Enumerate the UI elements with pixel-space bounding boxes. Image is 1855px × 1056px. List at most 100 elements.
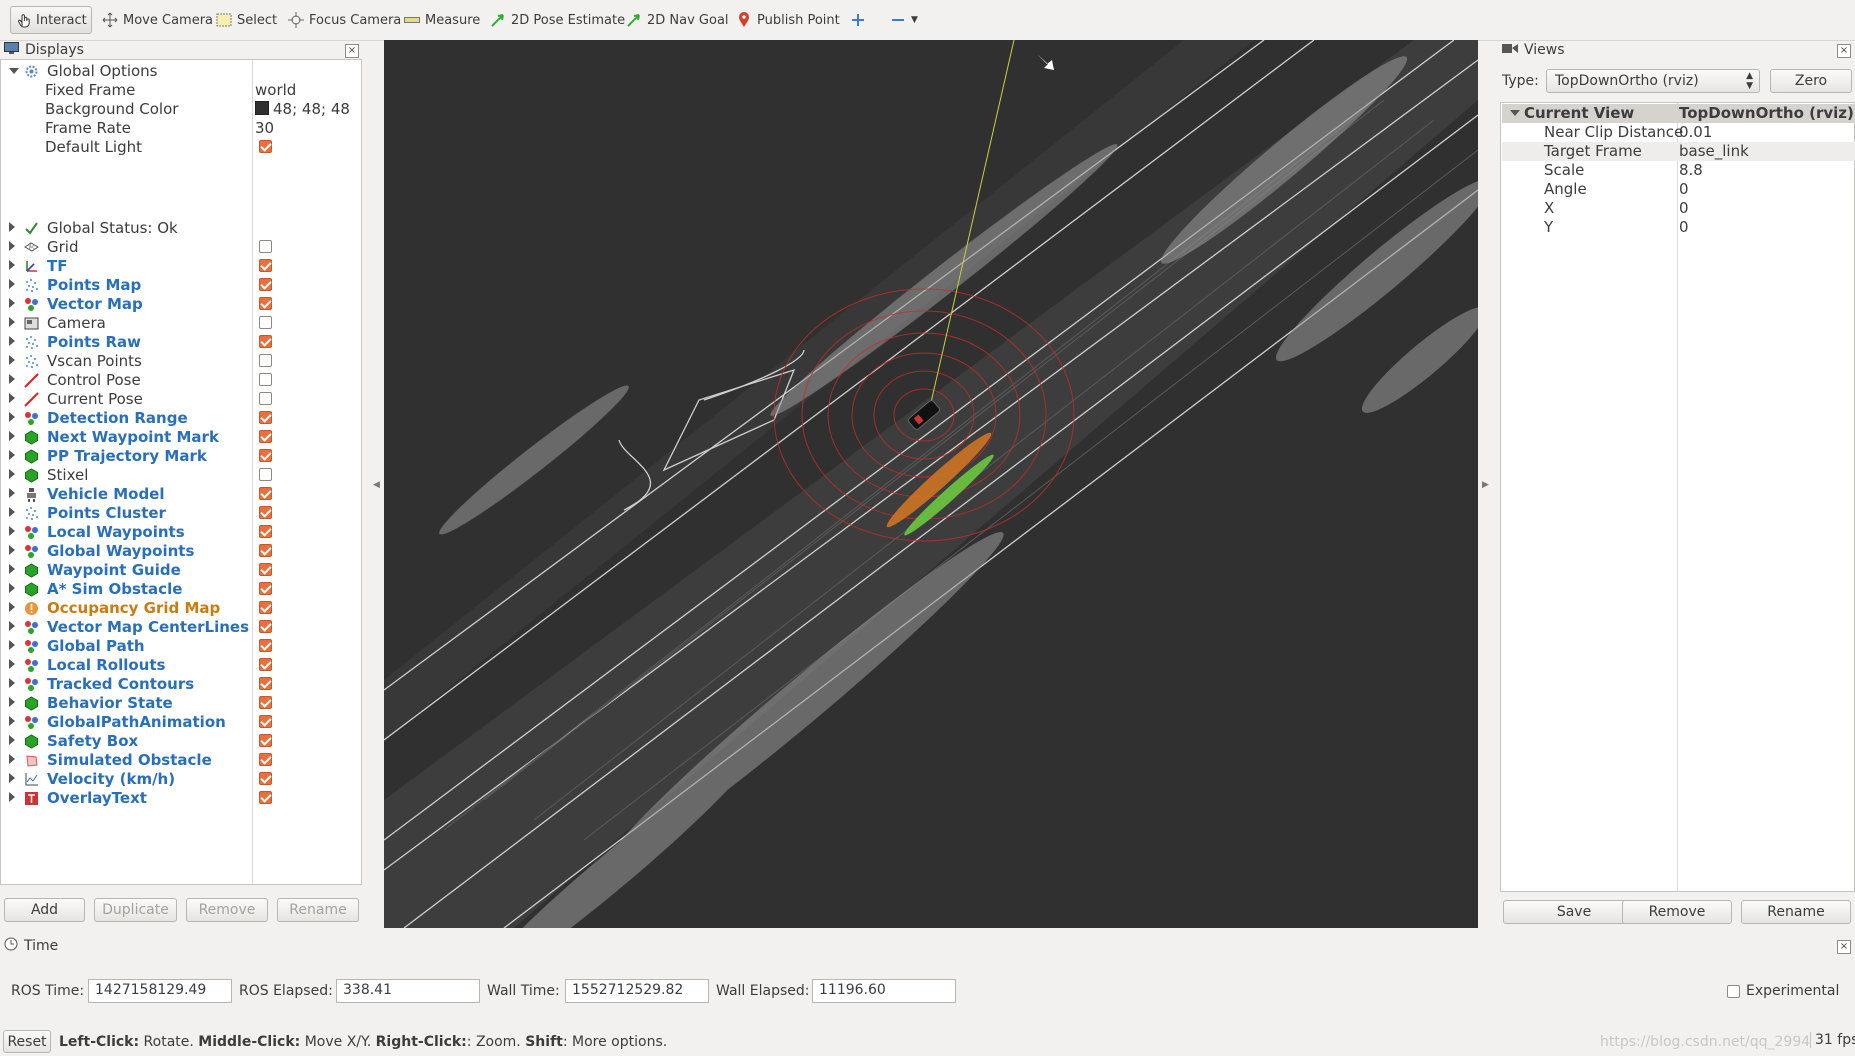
expand-arrow-icon[interactable] bbox=[9, 241, 15, 251]
display-item-vscan-points[interactable]: Vscan Points bbox=[1, 352, 361, 371]
point-cloud-scene[interactable] bbox=[384, 40, 1478, 928]
expand-arrow-icon[interactable] bbox=[9, 526, 15, 536]
display-item-overlaytext[interactable]: OverlayText bbox=[1, 789, 361, 808]
expand-arrow-icon[interactable] bbox=[9, 773, 15, 783]
view-property-value[interactable]: 0 bbox=[1679, 180, 1689, 198]
expand-arrow-icon[interactable] bbox=[9, 68, 19, 74]
rename-display-button[interactable]: Rename bbox=[277, 898, 359, 922]
display-item-behavior-state[interactable]: Behavior State bbox=[1, 694, 361, 713]
expand-arrow-icon[interactable] bbox=[9, 260, 15, 270]
view-property-value[interactable]: base_link bbox=[1679, 142, 1749, 160]
expand-arrow-icon[interactable] bbox=[9, 507, 15, 517]
display-item-local-rollouts[interactable]: Local Rollouts bbox=[1, 656, 361, 675]
view-property-value[interactable]: 8.8 bbox=[1679, 161, 1703, 179]
expand-arrow-icon[interactable] bbox=[9, 754, 15, 764]
add-display-button[interactable]: Add bbox=[4, 898, 85, 922]
display-item-next-waypoint-mark[interactable]: Next Waypoint Mark bbox=[1, 428, 361, 447]
focus-camera-tool[interactable]: Focus Camera bbox=[282, 6, 407, 34]
global-option-row[interactable]: Fixed Frame world bbox=[1, 81, 361, 100]
display-enable-checkbox[interactable] bbox=[259, 411, 272, 424]
display-item-grid[interactable]: Grid bbox=[1, 238, 361, 257]
interact-tool[interactable]: Interact bbox=[10, 6, 92, 34]
expand-arrow-icon[interactable] bbox=[9, 583, 15, 593]
display-item-safety-box[interactable]: Safety Box bbox=[1, 732, 361, 751]
display-enable-checkbox[interactable] bbox=[259, 582, 272, 595]
add-tool-button[interactable] bbox=[844, 6, 872, 34]
expand-arrow-icon[interactable] bbox=[9, 317, 15, 327]
expand-arrow-icon[interactable] bbox=[9, 222, 15, 232]
display-enable-checkbox[interactable] bbox=[259, 753, 272, 766]
display-enable-checkbox[interactable] bbox=[259, 392, 272, 405]
expand-arrow-icon[interactable] bbox=[9, 640, 15, 650]
display-item-simulated-obstacle[interactable]: Simulated Obstacle bbox=[1, 751, 361, 770]
option-value[interactable]: 48; 48; 48 bbox=[255, 100, 350, 118]
view-property-value[interactable]: 0 bbox=[1679, 218, 1689, 236]
display-item-points-map[interactable]: Points Map bbox=[1, 276, 361, 295]
global-option-row[interactable]: Default Light bbox=[1, 138, 361, 157]
expand-arrow-icon[interactable] bbox=[9, 469, 15, 479]
display-item-a-sim-obstacle[interactable]: A* Sim Obstacle bbox=[1, 580, 361, 599]
wall-time-field[interactable]: 1552712529.82 bbox=[565, 979, 709, 1003]
display-enable-checkbox[interactable] bbox=[259, 297, 272, 310]
collapse-right-icon[interactable]: ▶ bbox=[1482, 480, 1489, 490]
display-item-local-waypoints[interactable]: Local Waypoints bbox=[1, 523, 361, 542]
display-enable-checkbox[interactable] bbox=[259, 354, 272, 367]
display-enable-checkbox[interactable] bbox=[259, 468, 272, 481]
display-enable-checkbox[interactable] bbox=[259, 601, 272, 614]
display-enable-checkbox[interactable] bbox=[259, 772, 272, 785]
display-item-globalpathanimation[interactable]: GlobalPathAnimation bbox=[1, 713, 361, 732]
display-enable-checkbox[interactable] bbox=[259, 544, 272, 557]
reset-button[interactable]: Reset bbox=[3, 1030, 51, 1053]
display-enable-checkbox[interactable] bbox=[259, 658, 272, 671]
display-enable-checkbox[interactable] bbox=[259, 696, 272, 709]
pose-estimate-tool[interactable]: 2D Pose Estimate bbox=[484, 6, 631, 34]
expand-arrow-icon[interactable] bbox=[9, 298, 15, 308]
display-item-points-cluster[interactable]: Points Cluster bbox=[1, 504, 361, 523]
expand-arrow-icon[interactable] bbox=[9, 374, 15, 384]
expand-arrow-icon[interactable] bbox=[9, 697, 15, 707]
view-property-row[interactable]: Near Clip Distance 0.01 bbox=[1502, 123, 1855, 142]
display-item-global-path[interactable]: Global Path bbox=[1, 637, 361, 656]
close-icon[interactable]: × bbox=[1837, 940, 1851, 954]
display-item-current-pose[interactable]: Current Pose bbox=[1, 390, 361, 409]
view-type-select[interactable]: TopDownOrtho (rviz) ▲ ▼ bbox=[1546, 69, 1760, 93]
display-item-stixel[interactable]: Stixel bbox=[1, 466, 361, 485]
expand-arrow-icon[interactable] bbox=[9, 545, 15, 555]
expand-arrow-icon[interactable] bbox=[9, 431, 15, 441]
view-property-row[interactable]: Scale 8.8 bbox=[1502, 161, 1855, 180]
select-tool[interactable]: Select bbox=[210, 6, 283, 34]
expand-arrow-icon[interactable] bbox=[9, 412, 15, 422]
expand-arrow-icon[interactable] bbox=[9, 602, 15, 612]
publish-point-tool[interactable]: Publish Point bbox=[730, 6, 846, 34]
display-enable-checkbox[interactable] bbox=[259, 506, 272, 519]
display-item-pp-trajectory-mark[interactable]: PP Trajectory Mark bbox=[1, 447, 361, 466]
close-icon[interactable]: × bbox=[1837, 44, 1851, 58]
expand-arrow-icon[interactable] bbox=[9, 564, 15, 574]
display-item-vector-map-centerlines[interactable]: Vector Map CenterLines bbox=[1, 618, 361, 637]
expand-arrow-icon[interactable] bbox=[9, 336, 15, 346]
global-status-row[interactable]: Global Status: Ok bbox=[1, 219, 361, 238]
render-viewport[interactable] bbox=[384, 40, 1478, 928]
display-enable-checkbox[interactable] bbox=[259, 639, 272, 652]
expand-arrow-icon[interactable] bbox=[9, 488, 15, 498]
view-property-value[interactable]: 0 bbox=[1679, 199, 1689, 217]
display-item-detection-range[interactable]: Detection Range bbox=[1, 409, 361, 428]
zero-view-button[interactable]: Zero bbox=[1770, 69, 1852, 93]
remove-view-button[interactable]: Remove bbox=[1622, 900, 1732, 924]
view-property-row[interactable]: Y0 bbox=[1502, 218, 1855, 237]
display-item-tracked-contours[interactable]: Tracked Contours bbox=[1, 675, 361, 694]
display-item-vehicle-model[interactable]: Vehicle Model bbox=[1, 485, 361, 504]
expand-arrow-icon[interactable] bbox=[9, 792, 15, 802]
expand-arrow-icon[interactable] bbox=[9, 450, 15, 460]
close-icon[interactable]: × bbox=[345, 44, 359, 58]
global-options-row[interactable]: Global Options bbox=[1, 62, 361, 81]
ros-elapsed-field[interactable]: 338.41 bbox=[336, 979, 480, 1003]
display-enable-checkbox[interactable] bbox=[259, 525, 272, 538]
display-enable-checkbox[interactable] bbox=[259, 373, 272, 386]
display-item-tf[interactable]: TF bbox=[1, 257, 361, 276]
option-value[interactable]: world bbox=[255, 81, 296, 99]
display-enable-checkbox[interactable] bbox=[259, 734, 272, 747]
option-value[interactable]: 30 bbox=[255, 119, 274, 137]
remove-display-button[interactable]: Remove bbox=[186, 898, 268, 922]
display-item-occupancy-grid-map[interactable]: Occupancy Grid Map bbox=[1, 599, 361, 618]
